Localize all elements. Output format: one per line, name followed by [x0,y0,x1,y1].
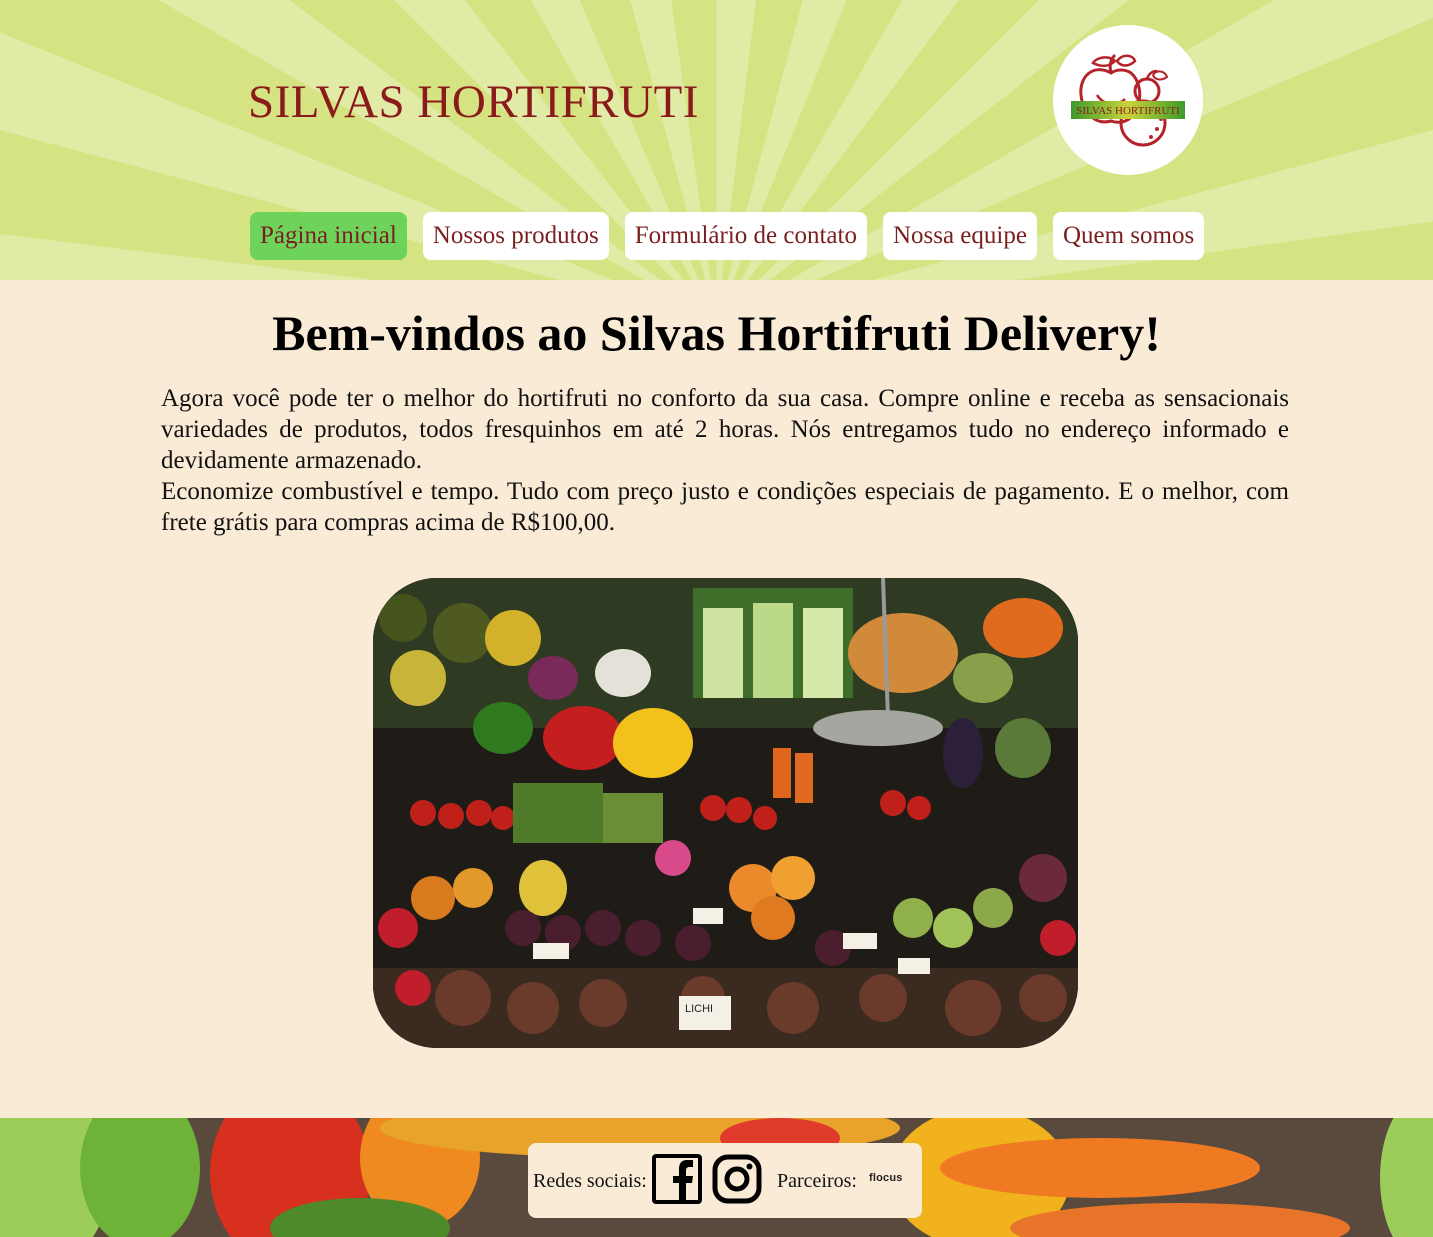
site-title: SILVAS HORTIFRUTI [248,76,699,128]
site-footer: Redes sociais: Parceiros: flocus [0,1118,1433,1237]
main-nav: Página inicial Nossos produtos Formulári… [250,212,1205,260]
logo-banner-text: SILVAS HORTIFRUTI [1076,105,1180,117]
partners-label: Parceiros: [777,1170,857,1192]
facebook-icon[interactable] [652,1154,702,1204]
flocus-partner-logo[interactable]: flocus [869,1172,903,1184]
site-logo[interactable]: SILVAS HORTIFRUTI [1053,25,1203,175]
nav-item-team[interactable]: Nossa equipe [882,212,1037,260]
page-title: Bem-vindos ao Silvas Hortifruti Delivery… [272,305,1161,361]
lichi-price-tag: LICHI [685,1003,713,1015]
nav-item-contact-form[interactable]: Formulário de contato [624,212,867,260]
nav-item-home[interactable]: Página inicial [250,212,407,260]
footer-links-box: Redes sociais: Parceiros: flocus [528,1143,922,1218]
intro-paragraph-2: Economize combustível e tempo. Tudo com … [161,478,1289,536]
social-label: Redes sociais: [533,1170,647,1192]
site-header: SILVAS HORTIFRUTI SILVAS HORTIFRUTI Pági… [0,0,1433,280]
apple-logo-icon: SILVAS HORTIFRUTI [1071,53,1185,147]
produce-market-illustration: LICHI [373,578,1078,1048]
nav-item-products[interactable]: Nossos produtos [422,212,609,260]
intro-text: Agora você pode ter o melhor do hortifru… [161,383,1289,538]
produce-market-image: LICHI [373,578,1078,1048]
instagram-icon[interactable] [712,1154,762,1204]
intro-paragraph-1: Agora você pode ter o melhor do hortifru… [161,385,1289,474]
nav-item-about[interactable]: Quem somos [1052,212,1205,260]
